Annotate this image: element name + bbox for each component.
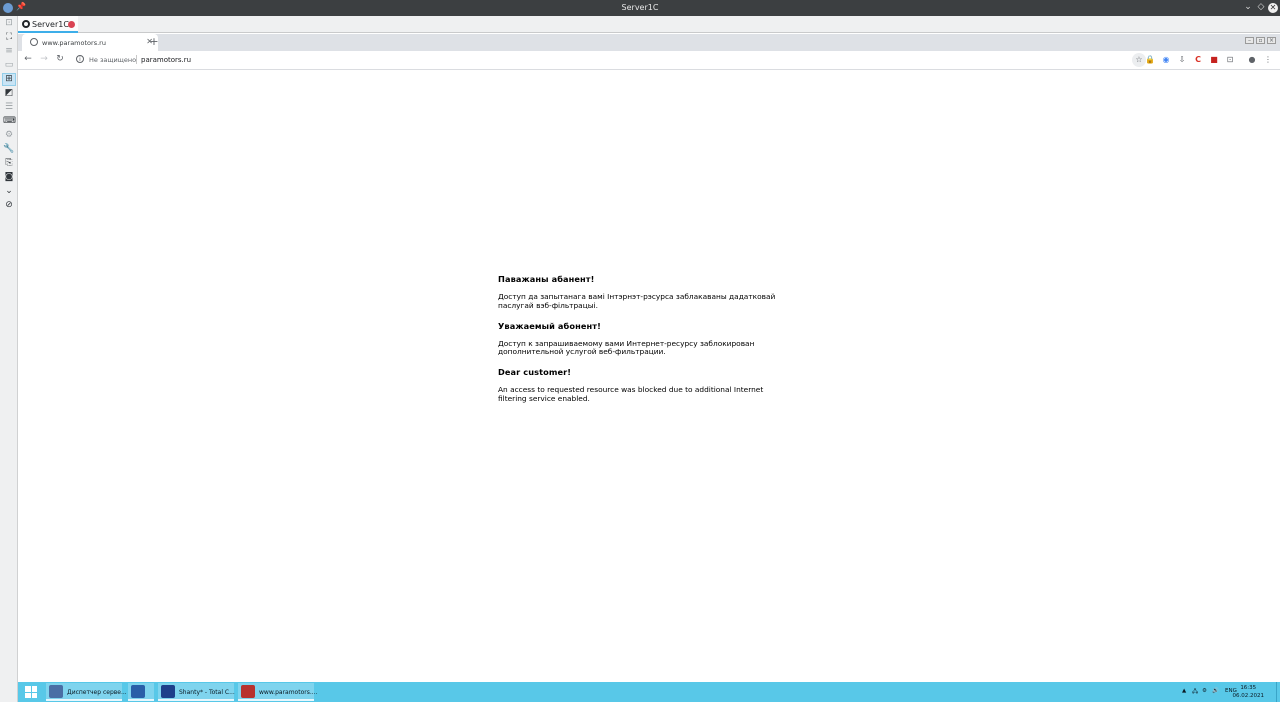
browser-tab-title: www.paramotors.ru: [42, 39, 106, 47]
show-desktop-button[interactable]: [1276, 682, 1280, 702]
recording-indicator-icon[interactable]: [68, 21, 75, 28]
browser-tab[interactable]: www.paramotors.ru ✕: [22, 34, 158, 51]
browser-icon: [241, 685, 255, 698]
remote-window-title: Server1C: [621, 3, 659, 12]
list-icon[interactable]: ☰: [3, 102, 15, 113]
lock-extension-icon[interactable]: 🔒: [1145, 55, 1155, 65]
taskbar-item[interactable]: Shanty* - Total C...: [158, 683, 235, 701]
new-tab-icon[interactable]: +: [148, 35, 160, 48]
taskbar-item[interactable]: Диспетчер серве...: [46, 683, 127, 701]
volume-icon[interactable]: 🔊: [1212, 688, 1219, 694]
download-extension-icon[interactable]: ⇩: [1177, 55, 1187, 65]
notice-text-ru-line2: дополнительной услугой веб-фильтрации.: [498, 347, 666, 357]
security-label: Не защищено: [89, 56, 137, 64]
taskbar-item[interactable]: www.paramotors....: [238, 683, 318, 701]
browser-close-icon[interactable]: ×: [1267, 37, 1276, 44]
keyboard-icon[interactable]: ⌨: [3, 116, 16, 127]
address-bar[interactable]: i Не защищено paramotors.ru ☆: [74, 53, 1146, 67]
notice-heading-ru: Уважаемый абонент!: [498, 320, 601, 331]
taskbar-item-label: Shanty* - Total C...: [179, 689, 235, 696]
wrench-icon[interactable]: 🔧: [3, 144, 15, 155]
taskbar: Диспетчер серве... Shanty* - Total C... ww…: [18, 682, 1280, 702]
site-info-icon[interactable]: i: [76, 55, 84, 63]
fit-screen-icon[interactable]: ⊡: [3, 18, 15, 29]
notice-text-en-line2: filtering service enabled.: [498, 393, 590, 403]
clipboard-icon[interactable]: ⎘: [3, 158, 15, 169]
browser-minimize-icon[interactable]: –: [1245, 37, 1254, 44]
notice-heading-be: Паважаны абанент!: [498, 274, 595, 284]
c-extension-icon[interactable]: C: [1193, 55, 1203, 65]
url-text[interactable]: paramotors.ru: [141, 56, 191, 64]
menu-icon[interactable]: ≡: [3, 46, 15, 57]
disconnect-icon[interactable]: ⊘: [3, 200, 15, 211]
server-manager-icon: [49, 685, 63, 698]
browser-tab-strip: www.paramotors.ru ✕ + – ▫ ×: [18, 34, 1280, 51]
forward-icon[interactable]: →: [38, 54, 50, 64]
back-icon[interactable]: ←: [22, 54, 34, 64]
remote-window-titlebar[interactable]: 📌 Server1C ⌄ ◇ ✕: [0, 0, 1280, 16]
bookmark-star-icon[interactable]: ☆: [1132, 53, 1146, 67]
minimize-icon[interactable]: ⌄: [1243, 2, 1253, 12]
browser-window-controls: – ▫ ×: [1243, 36, 1276, 44]
session-tab-bar: Server1C: [18, 16, 1280, 33]
screenshot-icon[interactable]: ◙: [3, 172, 15, 183]
clock-time: 16:35: [1240, 685, 1257, 691]
puzzle-extension-icon[interactable]: ⊡: [1225, 55, 1235, 65]
browser-restore-icon[interactable]: ▫: [1256, 37, 1265, 44]
clock[interactable]: 16:35 06.02.2021: [1233, 684, 1265, 700]
settings-icon[interactable]: ⚙: [3, 130, 15, 141]
taskbar-item-label: Диспетчер серве...: [67, 689, 127, 696]
shield-extension-icon[interactable]: ◉: [1161, 55, 1171, 65]
page-content: Паважаны абанент! Доступ да запытанага в…: [18, 70, 1280, 682]
taskbar-item-label: www.paramotors....: [259, 689, 318, 696]
session-tab-label: Server1C: [32, 20, 69, 29]
collapse-icon[interactable]: ⌄: [3, 186, 15, 197]
start-button[interactable]: [18, 682, 44, 702]
network-icon[interactable]: 🖧: [1192, 688, 1198, 697]
red-extension-icon[interactable]: ■: [1209, 55, 1219, 65]
scale-icon[interactable]: ⊞: [2, 73, 16, 86]
powershell-icon: [131, 685, 145, 698]
blocked-notice: Паважаны абанент! Доступ да запытанага в…: [498, 274, 808, 404]
omnibox-divider: [136, 55, 137, 64]
page-favicon-icon: [30, 38, 38, 46]
windows-logo-icon: [25, 686, 37, 698]
remote-side-toolbar: ⊡ ⛶ ≡ ▭ ⊞ ◩ ☰ ⌨ ⚙ 🔧 ⎘ ◙ ⌄ ⊘: [0, 16, 18, 702]
grab-input-icon[interactable]: ◩: [3, 88, 15, 99]
taskbar-item[interactable]: [128, 683, 154, 701]
fullscreen-icon[interactable]: ⛶: [3, 32, 15, 43]
floppy-disk-icon: [161, 685, 175, 698]
tray-overflow-icon[interactable]: ▲: [1182, 688, 1186, 694]
reload-icon[interactable]: ↻: [54, 54, 66, 64]
maximize-icon[interactable]: ◇: [1256, 2, 1266, 12]
system-tray: ▲ 🖧 ⚙ 🔊 ENG 16:35 06.02.2021: [1180, 682, 1280, 702]
window-icon[interactable]: ▭: [3, 60, 15, 71]
session-tab-icon: [22, 20, 30, 28]
chrome-menu-icon[interactable]: ⋮: [1263, 55, 1273, 65]
settings-tray-icon[interactable]: ⚙: [1202, 688, 1207, 694]
profile-icon[interactable]: ●: [1247, 55, 1257, 65]
session-tab[interactable]: Server1C: [18, 16, 78, 33]
browser-toolbar: ← → ↻ i Не защищено paramotors.ru ☆ 🔒 ◉ …: [18, 51, 1280, 70]
notice-heading-en: Dear customer!: [498, 367, 572, 378]
notice-text-be-line2: паслугай вэб-фільтрацыі.: [498, 300, 598, 310]
clock-date: 06.02.2021: [1232, 693, 1265, 699]
close-icon[interactable]: ✕: [1268, 3, 1278, 13]
